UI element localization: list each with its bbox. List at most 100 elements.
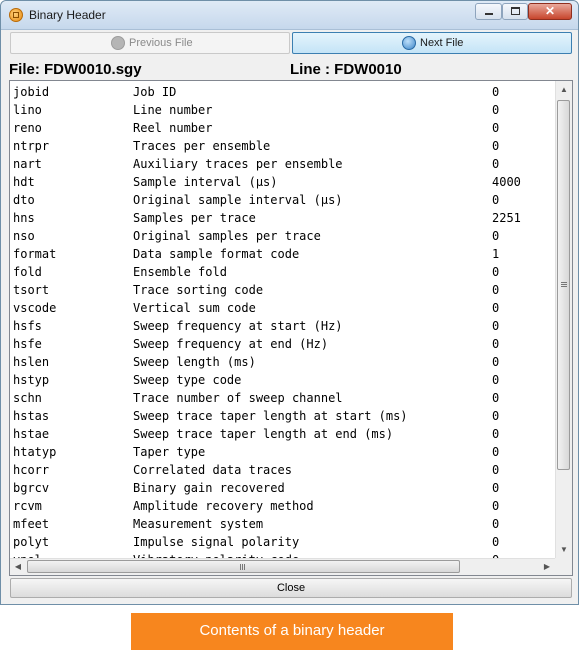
header-key: schn (13, 391, 42, 405)
header-description: Sweep frequency at start (Hz) (133, 319, 343, 333)
header-key: format (13, 247, 57, 261)
list-item[interactable]: polyt Impulse signal polarity 0 (10, 533, 555, 551)
list-item[interactable]: hdt Sample interval (µs) 4000 (10, 173, 555, 191)
list-item[interactable]: hslen Sweep length (ms) 0 (10, 353, 555, 371)
close-icon: ✕ (544, 4, 556, 18)
list-item[interactable]: schn Trace number of sweep channel 0 (10, 389, 555, 407)
list-item[interactable]: bgrcv Binary gain recovered 0 (10, 479, 555, 497)
header-value: 0 (492, 391, 500, 405)
header-value: 0 (492, 427, 500, 441)
header-value: 0 (492, 535, 500, 549)
list-item[interactable]: htatyp Taper type 0 (10, 443, 555, 461)
header-value: 0 (492, 373, 500, 387)
list-item[interactable]: tsort Trace sorting code 0 (10, 281, 555, 299)
header-key: hstas (13, 409, 50, 423)
header-key: hslen (13, 355, 50, 369)
list-item[interactable]: format Data sample format code 1 (10, 245, 555, 263)
horizontal-scrollbar[interactable]: ◀ ▶ (10, 558, 555, 575)
header-description: Taper type (133, 445, 206, 459)
scroll-down-arrow-icon[interactable]: ▼ (556, 541, 572, 558)
line-name-label: Line : FDW0010 (290, 61, 402, 78)
list-item[interactable]: nart Auxiliary traces per ensemble 0 (10, 155, 555, 173)
minimize-button[interactable] (475, 3, 502, 20)
header-key: mfeet (13, 517, 50, 531)
header-rows: jobid Job ID 0 lino Line number 0 reno Reel num… (10, 83, 555, 569)
list-item[interactable]: hsfs Sweep frequency at start (Hz) 0 (10, 317, 555, 335)
maximize-icon (511, 7, 520, 15)
header-value: 0 (492, 193, 500, 207)
header-description: Amplitude recovery method (133, 499, 314, 513)
list-item[interactable]: lino Line number 0 (10, 101, 555, 119)
grip-line (561, 284, 567, 285)
header-key: hstae (13, 427, 50, 441)
header-description: Vertical sum code (133, 301, 256, 315)
header-key: nso (13, 229, 35, 243)
list-item[interactable]: jobid Job ID 0 (10, 83, 555, 101)
list-item[interactable]: rcvm Amplitude recovery method 0 (10, 497, 555, 515)
header-value: 0 (492, 139, 500, 153)
scroll-right-arrow-icon[interactable]: ▶ (539, 559, 555, 575)
list-item[interactable]: reno Reel number 0 (10, 119, 555, 137)
header-key: ntrpr (13, 139, 50, 153)
list-item[interactable]: hns Samples per trace 2251 (10, 209, 555, 227)
list-item[interactable]: nso Original samples per trace 0 (10, 227, 555, 245)
header-value: 4000 (492, 175, 521, 189)
header-value: 0 (492, 157, 500, 171)
header-description: Original samples per trace (133, 229, 321, 243)
header-key: hsfs (13, 319, 42, 333)
header-key: dto (13, 193, 35, 207)
header-description: Sweep trace taper length at end (ms) (133, 427, 394, 441)
header-value: 0 (492, 499, 500, 513)
header-key: tsort (13, 283, 50, 297)
header-value: 0 (492, 445, 500, 459)
header-key: fold (13, 265, 42, 279)
header-description: Data sample format code (133, 247, 300, 261)
header-value: 0 (492, 517, 500, 531)
app-icon (9, 8, 23, 22)
header-list[interactable]: jobid Job ID 0 lino Line number 0 reno Reel num… (9, 80, 573, 576)
list-item[interactable]: hsfe Sweep frequency at end (Hz) 0 (10, 335, 555, 353)
list-item[interactable]: ntrpr Traces per ensemble 0 (10, 137, 555, 155)
list-item[interactable]: hstyp Sweep type code 0 (10, 371, 555, 389)
header-description: Original sample interval (µs) (133, 193, 343, 207)
title-bar[interactable]: Binary Header ✕ (1, 1, 578, 30)
caption-banner: Contents of a binary header (131, 613, 453, 650)
file-name-label: File: FDW0010.sgy (9, 61, 142, 78)
grip-line (240, 564, 241, 570)
header-key: nart (13, 157, 42, 171)
window-close-button[interactable]: ✕ (528, 3, 572, 20)
previous-file-button[interactable]: Previous File (10, 32, 290, 54)
header-key: reno (13, 121, 42, 135)
previous-file-label: Previous File (129, 37, 193, 49)
header-key: hstyp (13, 373, 50, 387)
header-description: Job ID (133, 85, 177, 99)
header-value: 0 (492, 229, 500, 243)
vertical-scrollbar[interactable]: ▲ ▼ (555, 81, 572, 558)
header-description: Impulse signal polarity (133, 535, 300, 549)
list-item[interactable]: hstas Sweep trace taper length at start (… (10, 407, 555, 425)
close-button[interactable]: Close (10, 578, 572, 598)
next-file-label: Next File (420, 37, 464, 49)
list-item[interactable]: fold Ensemble fold 0 (10, 263, 555, 281)
vertical-scroll-thumb[interactable] (557, 100, 570, 470)
list-item[interactable]: hstae Sweep trace taper length at end (ms… (10, 425, 555, 443)
list-item[interactable]: dto Original sample interval (µs) 0 (10, 191, 555, 209)
header-description: Sample interval (µs) (133, 175, 278, 189)
scrollbar-corner (555, 558, 572, 575)
header-description: Trace number of sweep channel (133, 391, 343, 405)
horizontal-scroll-thumb[interactable] (27, 560, 460, 573)
header-value: 0 (492, 265, 500, 279)
list-item[interactable]: mfeet Measurement system 0 (10, 515, 555, 533)
list-item[interactable]: hcorr Correlated data traces 0 (10, 461, 555, 479)
maximize-button[interactable] (502, 3, 528, 20)
next-file-button[interactable]: Next File (292, 32, 572, 54)
header-key: rcvm (13, 499, 42, 513)
scroll-up-arrow-icon[interactable]: ▲ (556, 81, 572, 98)
scroll-left-arrow-icon[interactable]: ◀ (10, 559, 26, 575)
header-description: Traces per ensemble (133, 139, 271, 153)
header-description: Sweep type code (133, 373, 242, 387)
list-item[interactable]: vscode Vertical sum code 0 (10, 299, 555, 317)
grip-line (244, 564, 245, 570)
header-key: polyt (13, 535, 50, 549)
header-description: Line number (133, 103, 213, 117)
